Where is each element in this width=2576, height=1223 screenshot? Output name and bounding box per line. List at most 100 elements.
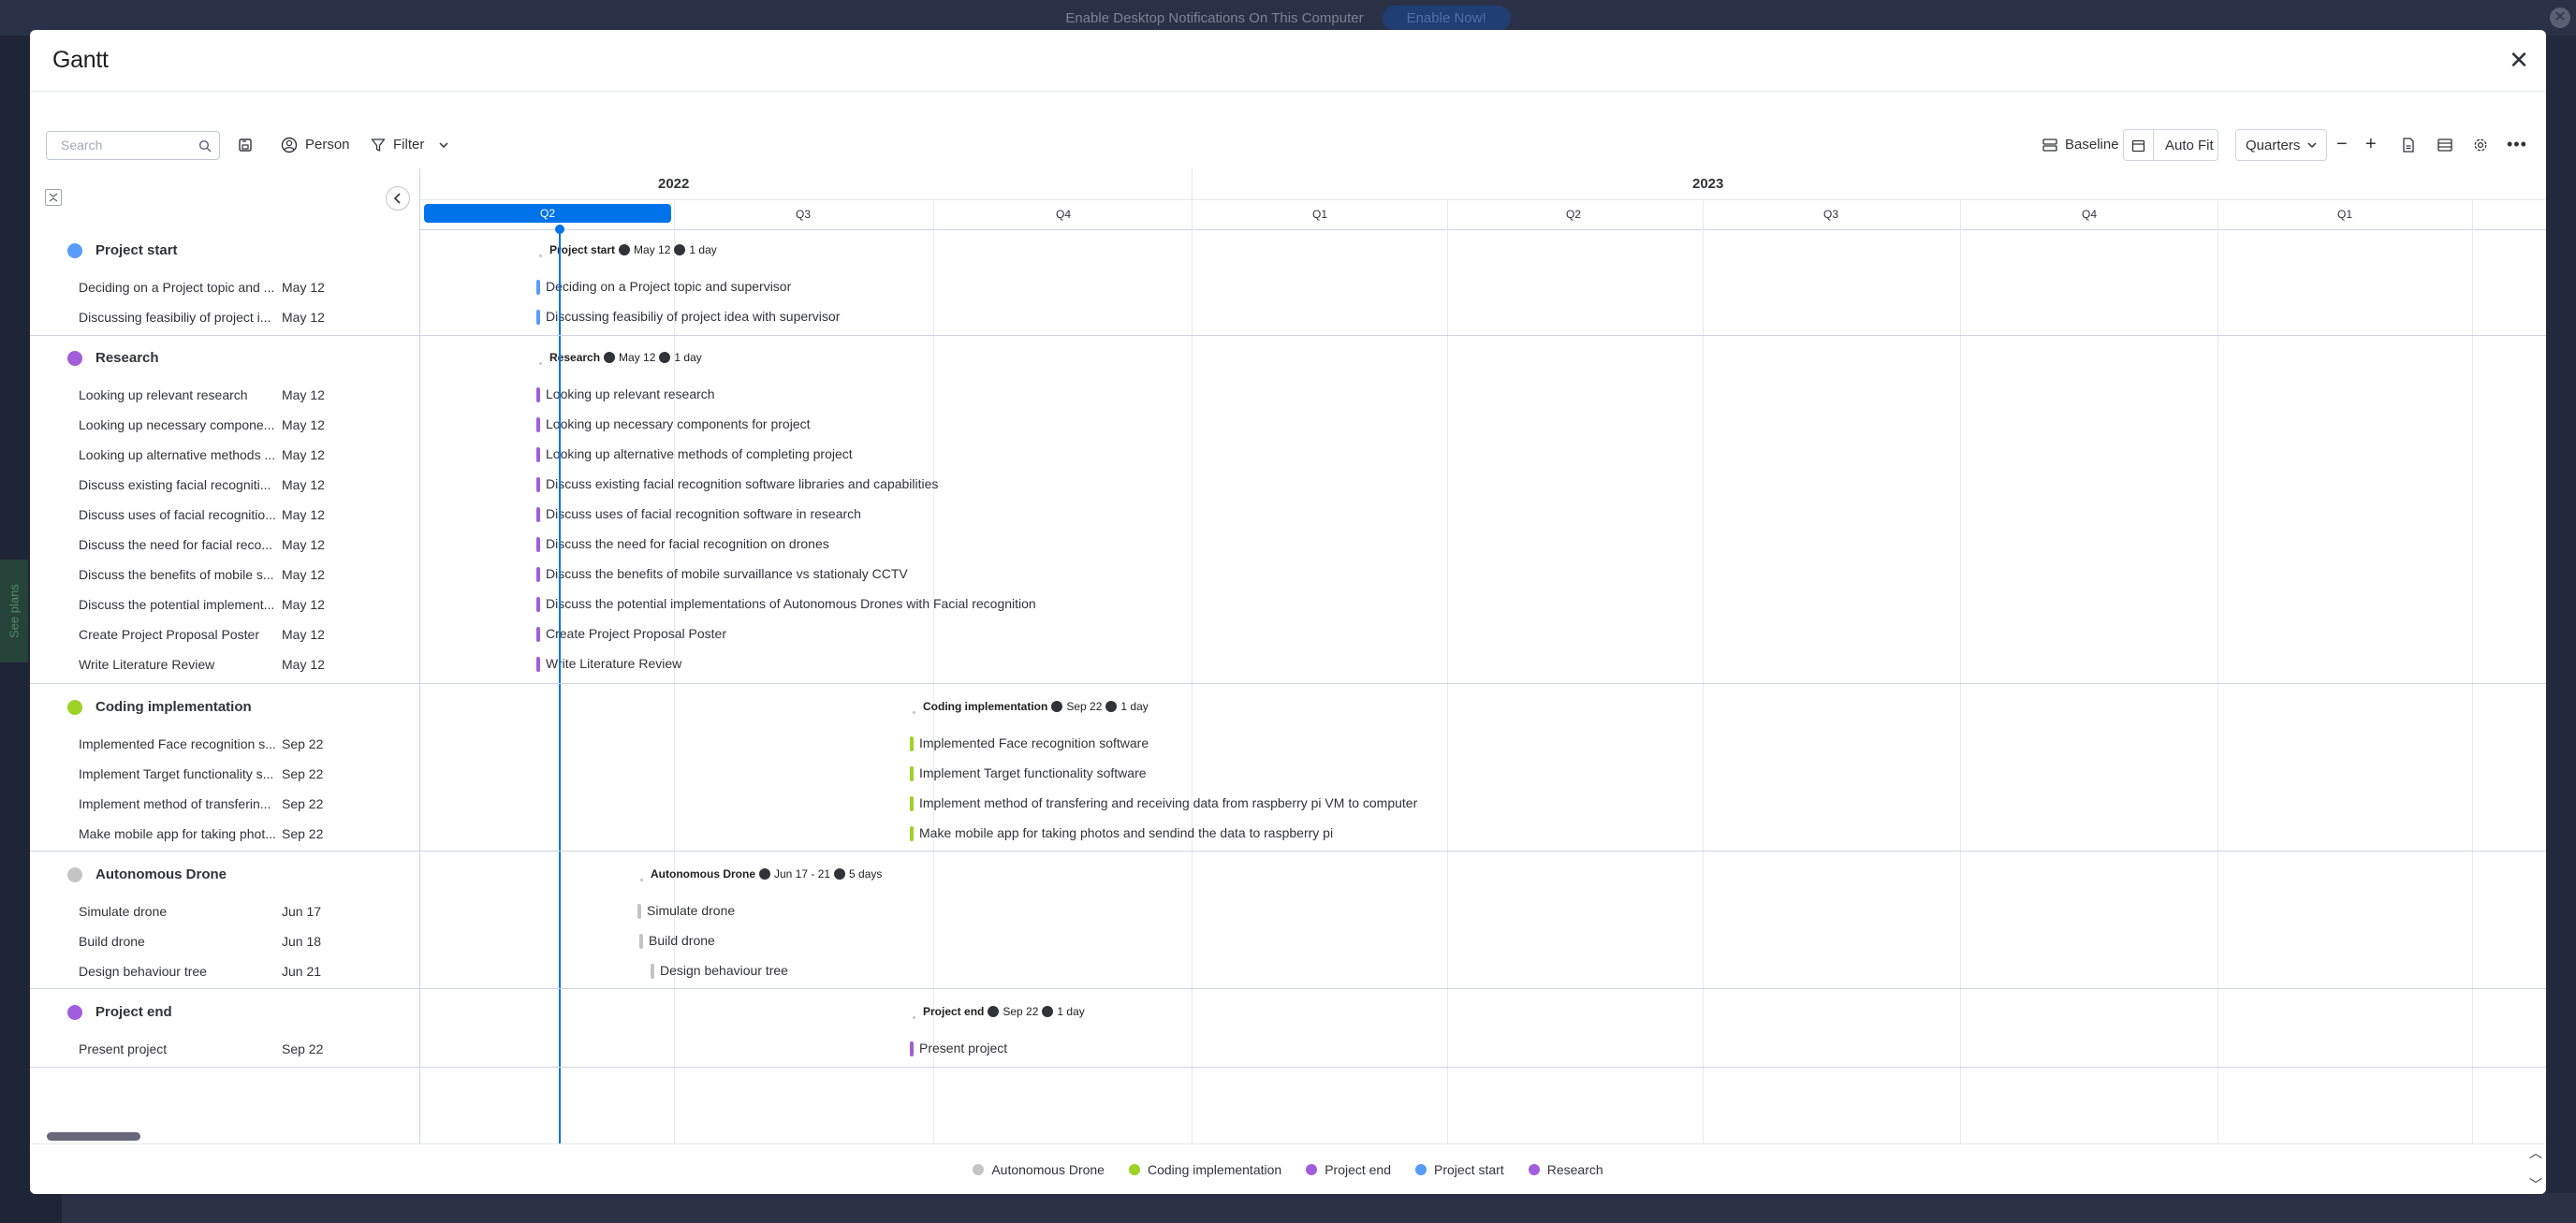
task-bar[interactable] bbox=[910, 766, 914, 781]
task-name[interactable]: Deciding on a Project topic and ... bbox=[79, 280, 303, 295]
task-bar[interactable] bbox=[536, 417, 540, 432]
task-name[interactable]: Discussing feasibiliy of project i... bbox=[79, 310, 303, 325]
person-filter-button[interactable]: Person bbox=[281, 130, 350, 159]
task-name[interactable]: Create Project Proposal Poster bbox=[79, 627, 303, 642]
zoom-in-button[interactable]: + bbox=[2365, 130, 2377, 159]
task-name[interactable]: Make mobile app for taking phot... bbox=[79, 826, 303, 841]
task-name[interactable]: Implement Target functionality s... bbox=[79, 766, 303, 781]
collapse-panel-button[interactable] bbox=[386, 186, 410, 211]
legend-scroll[interactable]: ︿ ﹀ bbox=[2527, 1143, 2544, 1194]
task-bar[interactable] bbox=[536, 477, 540, 492]
save-view-button[interactable] bbox=[238, 130, 253, 159]
group-separator bbox=[30, 851, 2546, 852]
export-button[interactable] bbox=[2402, 130, 2415, 159]
task-bar[interactable] bbox=[536, 537, 540, 552]
quarter-label: Q3 bbox=[795, 208, 812, 221]
chevron-down-icon[interactable] bbox=[437, 138, 450, 152]
group-name[interactable]: Coding implementation bbox=[95, 699, 252, 715]
gantt-chart: Project start Deciding on a Project topic… bbox=[30, 168, 2546, 1170]
task-bar-label: Deciding on a Project topic and supervis… bbox=[546, 279, 792, 294]
group-summary-label[interactable]: Research May 12 1 day bbox=[549, 351, 702, 364]
auto-fit-button[interactable]: Auto Fit bbox=[2154, 138, 2214, 153]
task-bar[interactable] bbox=[536, 627, 540, 642]
see-plans-tab[interactable]: See plans bbox=[0, 560, 28, 662]
legend-item[interactable]: Project start bbox=[1415, 1162, 1504, 1177]
summary-date: Sep 22 bbox=[1066, 700, 1103, 713]
task-bar[interactable] bbox=[536, 280, 540, 295]
task-bar-label: Discuss the need for facial recognition … bbox=[546, 536, 829, 551]
task-bar[interactable] bbox=[536, 507, 540, 522]
task-bar[interactable] bbox=[536, 447, 540, 462]
task-bar[interactable] bbox=[536, 310, 540, 325]
calendar-icon[interactable] bbox=[2124, 130, 2154, 160]
task-date: May 12 bbox=[282, 310, 325, 325]
layout-button[interactable] bbox=[2437, 130, 2452, 159]
search-input[interactable] bbox=[61, 138, 192, 153]
horizontal-scrollbar[interactable] bbox=[47, 1132, 140, 1141]
task-name[interactable]: Discuss the benefits of mobile s... bbox=[79, 567, 303, 582]
task-name[interactable]: Discuss the potential implement... bbox=[79, 597, 303, 612]
zoom-out-button[interactable]: − bbox=[2336, 130, 2348, 159]
layout-icon bbox=[2437, 138, 2452, 152]
task-name[interactable]: Looking up necessary compone... bbox=[79, 417, 303, 432]
task-name[interactable]: Write Literature Review bbox=[79, 657, 303, 672]
task-date: Jun 17 bbox=[282, 904, 322, 919]
close-icon[interactable]: ✕ bbox=[2505, 47, 2533, 75]
task-name[interactable]: Implement method of transferin... bbox=[79, 796, 303, 811]
group-name[interactable]: Autonomous Drone bbox=[95, 866, 227, 882]
legend-item[interactable]: Project end bbox=[1306, 1162, 1391, 1177]
group-summary-label[interactable]: Project end Sep 22 1 day bbox=[923, 1005, 1085, 1018]
task-bar[interactable] bbox=[536, 657, 540, 672]
task-bar-label: Implement Target functionality software bbox=[919, 765, 1147, 780]
group-summary-label[interactable]: Project start May 12 1 day bbox=[549, 243, 717, 256]
chevron-up-icon[interactable]: ︿ bbox=[2529, 1143, 2542, 1162]
task-name[interactable]: Discuss uses of facial recognitio... bbox=[79, 507, 303, 522]
task-name[interactable]: Discuss the need for facial reco... bbox=[79, 537, 303, 552]
collapse-all-icon[interactable] bbox=[45, 189, 62, 206]
legend-item[interactable]: Coding implementation bbox=[1128, 1162, 1281, 1177]
group-summary-label[interactable]: Coding implementation Sep 22 1 day bbox=[923, 700, 1149, 713]
task-name[interactable]: Design behaviour tree bbox=[79, 964, 303, 979]
settings-button[interactable] bbox=[2473, 130, 2488, 159]
more-options-button[interactable]: ••• bbox=[2507, 130, 2527, 159]
current-quarter-highlight[interactable]: Q2 bbox=[424, 204, 671, 223]
task-bar[interactable] bbox=[639, 934, 643, 949]
task-bar[interactable] bbox=[910, 826, 914, 841]
task-bar[interactable] bbox=[651, 964, 654, 979]
close-notification-icon[interactable]: ✕ bbox=[2550, 7, 2570, 28]
legend-color-dot bbox=[1528, 1163, 1540, 1175]
group-summary-label[interactable]: Autonomous Drone Jun 17 - 21 5 days bbox=[651, 867, 882, 881]
task-name[interactable]: Looking up relevant research bbox=[79, 387, 303, 402]
group-name[interactable]: Project start bbox=[95, 242, 178, 258]
grid-line bbox=[1960, 200, 1961, 1170]
enable-notifications-button[interactable]: Enable Now! bbox=[1382, 5, 1511, 31]
search-box[interactable] bbox=[46, 131, 220, 160]
task-bar[interactable] bbox=[910, 796, 914, 811]
baseline-button[interactable]: Baseline bbox=[2042, 130, 2119, 159]
task-name[interactable]: Implemented Face recognition s... bbox=[79, 736, 303, 751]
chevron-down-icon[interactable]: ﹀ bbox=[2529, 1175, 2542, 1194]
task-name[interactable]: Build drone bbox=[79, 934, 303, 949]
task-name[interactable]: Discuss existing facial recogniti... bbox=[79, 477, 303, 492]
separator-dot bbox=[604, 352, 616, 363]
task-bar[interactable] bbox=[536, 567, 540, 582]
group-name[interactable]: Research bbox=[95, 350, 159, 366]
group-name[interactable]: Project end bbox=[95, 1004, 172, 1020]
group-color-dot bbox=[67, 700, 82, 715]
task-bar[interactable] bbox=[637, 904, 641, 919]
task-bar-label: Looking up relevant research bbox=[546, 386, 715, 401]
task-name[interactable]: Looking up alternative methods ... bbox=[79, 447, 303, 462]
task-bar[interactable] bbox=[536, 387, 540, 402]
legend-item[interactable]: Autonomous Drone bbox=[973, 1162, 1105, 1177]
task-bar[interactable] bbox=[910, 736, 914, 751]
task-bar[interactable] bbox=[536, 597, 540, 612]
task-name[interactable]: Present project bbox=[79, 1041, 303, 1056]
task-name[interactable]: Simulate drone bbox=[79, 904, 303, 919]
task-date: May 12 bbox=[282, 507, 325, 522]
task-bar[interactable] bbox=[910, 1041, 914, 1056]
filter-button[interactable]: Filter bbox=[371, 130, 450, 159]
summary-date: Sep 22 bbox=[1003, 1005, 1039, 1018]
legend-item[interactable]: Research bbox=[1528, 1162, 1603, 1177]
task-bar-label: Present project bbox=[919, 1041, 1008, 1056]
zoom-level-select[interactable]: Quarters bbox=[2235, 129, 2327, 161]
